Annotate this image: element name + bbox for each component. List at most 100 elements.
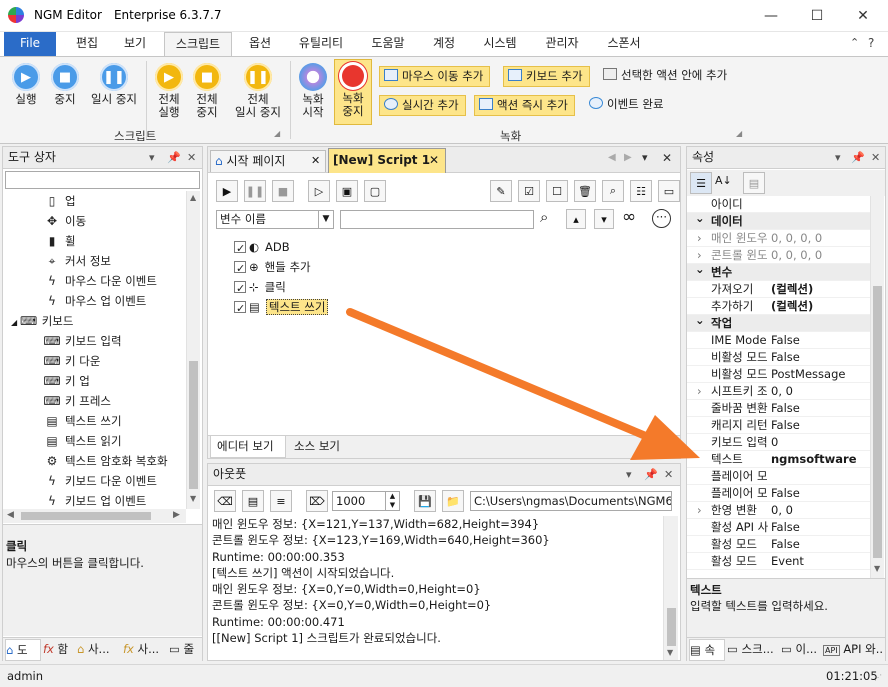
property-value[interactable]: 0, 0, 0, 0: [771, 230, 822, 247]
tab-view[interactable]: 보기: [114, 32, 156, 56]
tab-api[interactable]: API API 와...: [823, 639, 883, 661]
step-run-icon[interactable]: ▣: [336, 180, 358, 202]
tab-new-script[interactable]: [New] Script 1 ✕: [328, 148, 446, 173]
add-inside-action-button[interactable]: 선택한 액션 안에 추가: [599, 66, 733, 87]
property-value[interactable]: 0, 0, 0, 0: [771, 247, 822, 264]
collapse-icon[interactable]: ⌄: [695, 261, 705, 278]
loop-icon[interactable]: ∞: [622, 207, 636, 227]
toolbox-item[interactable]: ⚙ 텍스트 암호화 복호화: [3, 451, 186, 471]
search-icon[interactable]: ⌕: [540, 208, 548, 226]
stepper-arrows-icon[interactable]: ▲ ▼: [385, 492, 399, 510]
tab-scroll-right-icon[interactable]: ▶: [624, 152, 632, 163]
record-stop-button[interactable]: 녹화 중지: [334, 59, 372, 125]
tab-utility[interactable]: 유틸리티: [290, 32, 352, 56]
property-row[interactable]: › 한영 변환 0, 0: [687, 502, 870, 519]
move-up-icon[interactable]: ▴: [566, 209, 586, 229]
run-icon[interactable]: ▶: [216, 180, 238, 202]
property-value[interactable]: False: [771, 349, 800, 366]
tab-options[interactable]: 옵션: [240, 32, 280, 56]
toolbox-item[interactable]: ⌨ 키 업: [3, 371, 186, 391]
dropdown-icon[interactable]: ▾: [835, 147, 841, 168]
property-row[interactable]: 줄바꿈 변환 False: [687, 400, 870, 417]
pin-icon[interactable]: 📌: [851, 147, 865, 168]
property-value[interactable]: False: [771, 519, 800, 536]
toolbox-item[interactable]: ϟ 마우스 다운 이벤트: [3, 271, 186, 291]
property-row[interactable]: 캐리지 리턴 False: [687, 417, 870, 434]
node-checkbox[interactable]: [234, 259, 246, 279]
tab-file[interactable]: File: [4, 32, 56, 56]
property-value[interactable]: Event: [771, 553, 804, 570]
pause-button[interactable]: ❚❚ 일시 중지: [84, 61, 144, 123]
dropdown-icon[interactable]: ▼: [318, 211, 333, 228]
scroll-thumb[interactable]: [189, 361, 198, 489]
close-button[interactable]: ✕: [840, 0, 886, 32]
toolbox-item[interactable]: ▤ 텍스트 쓰기: [3, 411, 186, 431]
monitor-icon[interactable]: ▭: [658, 180, 680, 202]
close-panel-icon[interactable]: ✕: [664, 464, 673, 485]
broom-icon[interactable]: ⌫: [214, 490, 236, 512]
properties-scrollbar[interactable]: ▼: [870, 196, 884, 578]
scroll-down-icon[interactable]: ▼: [667, 648, 673, 657]
property-value[interactable]: 0: [771, 434, 778, 451]
property-value[interactable]: False: [771, 417, 800, 434]
toolbox-search-input[interactable]: [5, 171, 200, 189]
ribbon-collapse-icon[interactable]: ⌃: [850, 36, 859, 49]
dropdown-icon[interactable]: ▾: [626, 464, 632, 485]
pin-icon[interactable]: 📌: [167, 147, 181, 168]
tab-editor-view[interactable]: 에디터 보기: [210, 436, 286, 458]
tab-start-page[interactable]: ⌂ 시작 페이지 ✕: [210, 150, 326, 172]
tree-icon[interactable]: ☷: [630, 180, 652, 202]
toolbox-item[interactable]: ϟ 키보드 업 이벤트: [3, 491, 186, 509]
property-row[interactable]: 비활성 모드 PostMessage: [687, 366, 870, 383]
step-over-icon[interactable]: ▢: [364, 180, 386, 202]
tab-functions[interactable]: fx 함: [43, 639, 75, 661]
stop-icon[interactable]: ■: [272, 180, 294, 202]
maximize-button[interactable]: ☐: [794, 0, 840, 32]
property-category[interactable]: ⌄ 변수: [687, 261, 870, 281]
categorized-icon[interactable]: ☰: [690, 172, 712, 194]
toolbox-item[interactable]: ⌨ 키보드 입력: [3, 331, 186, 351]
find-icon[interactable]: ⌕: [602, 180, 624, 202]
toolbox-item[interactable]: ⌨ 키 다운: [3, 351, 186, 371]
event-done-button[interactable]: 이벤트 완료: [585, 95, 670, 116]
delete-icon[interactable]: 🗑: [574, 180, 596, 202]
tab-images[interactable]: ▭ 이...: [781, 639, 821, 661]
eraser-icon[interactable]: ⌦: [306, 490, 328, 512]
toolbox-item[interactable]: ▤ 텍스트 읽기: [3, 431, 186, 451]
tab-help[interactable]: 도움말: [362, 32, 414, 56]
scroll-up-icon[interactable]: ▲: [190, 193, 196, 202]
collapse-icon[interactable]: ⌄: [695, 312, 705, 329]
resize-grip-icon[interactable]: ⋰: [874, 673, 882, 682]
property-row[interactable]: 아이디: [687, 196, 870, 213]
property-row[interactable]: › 매인 윈도우 0, 0, 0, 0: [687, 230, 870, 247]
page-settings-icon[interactable]: ▤: [242, 490, 264, 512]
scroll-thumb[interactable]: [873, 286, 882, 558]
tab-toolbox[interactable]: ⌂ 도: [5, 639, 41, 661]
expand-icon[interactable]: ›: [697, 230, 702, 247]
variable-select[interactable]: 변수 이름 ▼: [216, 210, 334, 229]
save-icon[interactable]: 💾: [414, 490, 436, 512]
node-checkbox[interactable]: [234, 299, 246, 319]
tab-scroll-left-icon[interactable]: ◀: [608, 152, 616, 163]
property-value[interactable]: False: [771, 332, 800, 349]
expand-icon[interactable]: ›: [697, 502, 702, 519]
tab-edit[interactable]: 편집: [66, 32, 108, 56]
close-tab-icon[interactable]: ✕: [429, 149, 439, 172]
property-value[interactable]: False: [771, 536, 800, 553]
property-category[interactable]: ⌄ 데이터: [687, 211, 870, 230]
property-value[interactable]: False: [771, 400, 800, 417]
tab-lines[interactable]: ▭ 줄: [169, 639, 201, 661]
minimize-button[interactable]: —: [748, 0, 794, 32]
edit-icon[interactable]: ✎: [490, 180, 512, 202]
check-icon[interactable]: ☑: [518, 180, 540, 202]
script-node[interactable]: ⊕ 핸들 추가: [234, 257, 534, 279]
tab-user1[interactable]: ⌂ 사...: [77, 639, 121, 661]
toolbox-item[interactable]: ⌨ 키 프레스: [3, 391, 186, 411]
property-row[interactable]: › 콘트롤 윈도 0, 0, 0, 0: [687, 247, 870, 264]
scroll-left-icon[interactable]: ◀: [7, 510, 14, 520]
run-from-here-icon[interactable]: ▷: [308, 180, 330, 202]
add-realtime-button[interactable]: 실시간 추가: [379, 95, 466, 116]
property-value[interactable]: 0, 0: [771, 383, 793, 400]
script-node[interactable]: ◐ ADB: [234, 237, 534, 259]
folder-icon[interactable]: 📁: [442, 490, 464, 512]
